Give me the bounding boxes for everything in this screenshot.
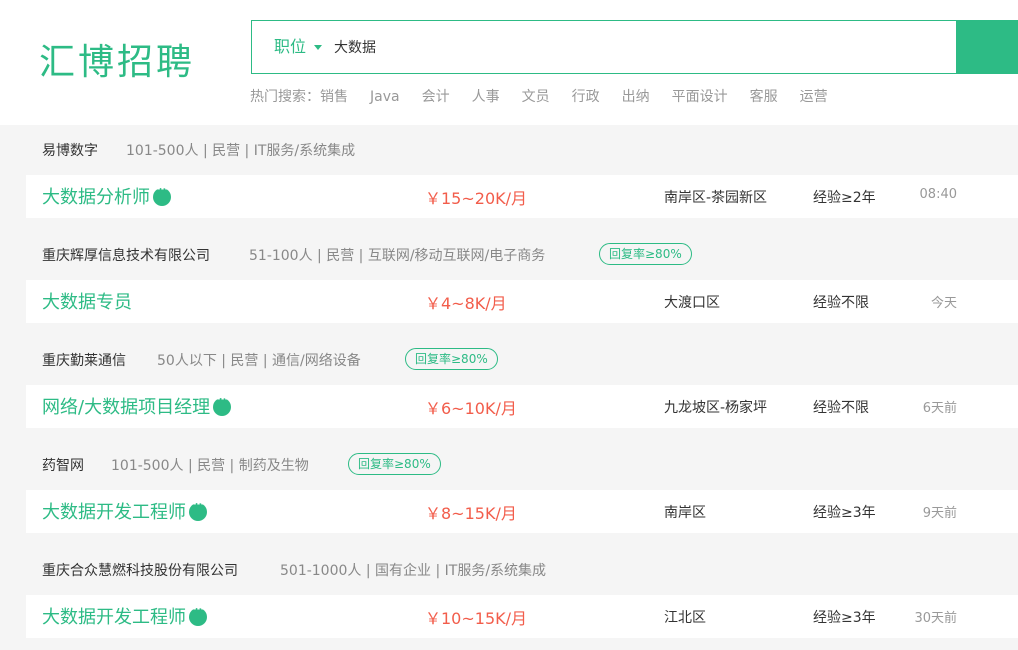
job-location: 江北区 [664,610,706,626]
search-type-dropdown[interactable]: 职位 [274,21,323,73]
reply-rate-badge: 回复率≥80% [348,453,441,475]
search-input[interactable] [334,21,934,73]
hot-link[interactable]: 销售 [320,89,348,105]
job-row[interactable]: 大数据开发工程师 ￥8~15K/月 南岸区 经验≥3年 9天前 [26,490,1018,533]
company-name[interactable]: 药智网 [42,455,84,475]
job-title-link[interactable]: 网络/大数据项目经理 [42,392,232,419]
reply-rate-badge: 回复率≥80% [599,243,692,265]
company-row: 重庆辉厚信息技术有限公司 51-100人 | 民营 | 互联网/移动互联网/电子… [26,230,1018,280]
company-name[interactable]: 重庆合众慧燃科技股份有限公司 [42,560,238,580]
salary: ￥10~15K/月 [425,609,528,628]
hot-link[interactable]: Java [370,89,400,105]
job-card: 药智网 101-500人 | 民营 | 制药及生物 回复率≥80% 大数据开发工… [26,440,1018,545]
company-info: 51-100人 | 民营 | 互联网/移动互联网/电子商务 [249,248,546,264]
experience-requirement: 经验≥3年 [813,610,876,626]
hot-searches-label: 热门搜索： [250,89,320,105]
company-info: 501-1000人 | 国有企业 | IT服务/系统集成 [280,563,547,579]
job-card: 重庆合众慧燃科技股份有限公司 501-1000人 | 国有企业 | IT服务/系… [26,545,1018,650]
job-location: 九龙坡区-杨家坪 [664,400,768,416]
company-row: 药智网 101-500人 | 民营 | 制药及生物 回复率≥80% [26,440,1018,490]
hot-link[interactable]: 人事 [472,89,500,105]
job-location: 南岸区 [664,505,706,521]
post-time: 30天前 [914,611,957,626]
post-time: 6天前 [922,401,957,416]
hot-link[interactable]: 运营 [800,89,828,105]
job-location: 南岸区-茶园新区 [664,190,768,206]
salary: ￥4~8K/月 [425,294,507,313]
company-name[interactable]: 重庆勤莱通信 [42,350,126,370]
job-title-link[interactable]: 大数据开发工程师 [42,497,207,524]
hot-link[interactable]: 行政 [572,89,600,105]
job-card: 重庆辉厚信息技术有限公司 51-100人 | 民营 | 互联网/移动互联网/电子… [26,230,1018,335]
company-name[interactable]: 易博数字 [42,140,98,160]
hot-link[interactable]: 文员 [522,89,550,105]
job-title-link[interactable]: 大数据分析师 [42,182,171,209]
chat-icon[interactable] [213,392,232,416]
company-row: 重庆勤莱通信 50人以下 | 民营 | 通信/网络设备 回复率≥80% [26,335,1018,385]
experience-requirement: 经验≥2年 [813,190,876,206]
hot-link[interactable]: 出纳 [622,89,650,105]
site-logo[interactable]: 汇博招聘 [39,33,195,85]
hot-link[interactable]: 客服 [750,89,778,105]
company-row: 重庆合众慧燃科技股份有限公司 501-1000人 | 国有企业 | IT服务/系… [26,545,1018,595]
salary: ￥6~10K/月 [425,399,517,418]
company-info: 50人以下 | 民营 | 通信/网络设备 [157,353,361,369]
job-row[interactable]: 大数据分析师 ￥15~20K/月 南岸区-茶园新区 经验≥2年 08:40 [26,175,1018,218]
job-title[interactable]: 大数据分析师 [42,187,150,208]
job-row[interactable]: 大数据开发工程师 ￥10~15K/月 江北区 经验≥3年 30天前 [26,595,1018,638]
header: 汇博招聘 职位 热门搜索：销售 Java 会计 人事 文员 行政 出纳 平面设计 客服 运营 [0,0,1018,125]
search-box: 职位 [251,20,1018,74]
company-info: 101-500人 | 民营 | IT服务/系统集成 [126,143,356,159]
search-button[interactable] [956,20,1018,74]
salary: ￥8~15K/月 [425,504,517,523]
post-time: 今天 [930,296,957,311]
reply-rate-badge: 回复率≥80% [405,348,498,370]
hot-link[interactable]: 会计 [422,89,450,105]
job-title[interactable]: 网络/大数据项目经理 [42,397,210,418]
experience-requirement: 经验≥3年 [813,505,876,521]
job-title[interactable]: 大数据开发工程师 [42,607,186,628]
chat-icon[interactable] [153,182,171,206]
job-row[interactable]: 网络/大数据项目经理 ￥6~10K/月 九龙坡区-杨家坪 经验不限 6天前 [26,385,1018,428]
company-row: 易博数字 101-500人 | 民营 | IT服务/系统集成 [26,125,1018,175]
job-title[interactable]: 大数据开发工程师 [42,502,186,523]
chat-icon[interactable] [189,602,207,626]
job-location: 大渡口区 [664,295,720,311]
search-type-label: 职位 [274,37,307,56]
post-time: 9天前 [922,506,957,521]
salary: ￥15~20K/月 [425,189,528,208]
job-card: 易博数字 101-500人 | 民营 | IT服务/系统集成 大数据分析师 ￥1… [26,125,1018,230]
hot-link[interactable]: 平面设计 [672,89,728,105]
job-list: 易博数字 101-500人 | 民营 | IT服务/系统集成 大数据分析师 ￥1… [26,125,1018,650]
job-title-link[interactable]: 大数据开发工程师 [42,602,207,629]
job-row[interactable]: 大数据专员 ￥4~8K/月 大渡口区 经验不限 今天 [26,280,1018,323]
job-card: 重庆勤莱通信 50人以下 | 民营 | 通信/网络设备 回复率≥80% 网络/大… [26,335,1018,440]
experience-requirement: 经验不限 [813,400,869,416]
post-time: 08:40 [919,187,957,202]
caret-down-icon [314,45,323,50]
experience-requirement: 经验不限 [813,295,869,311]
company-name[interactable]: 重庆辉厚信息技术有限公司 [42,245,210,265]
chat-icon[interactable] [189,497,207,521]
company-info: 101-500人 | 民营 | 制药及生物 [111,458,309,474]
hot-searches: 热门搜索：销售 Java 会计 人事 文员 行政 出纳 平面设计 客服 运营 [250,86,850,106]
job-title[interactable]: 大数据专员 [42,288,132,314]
